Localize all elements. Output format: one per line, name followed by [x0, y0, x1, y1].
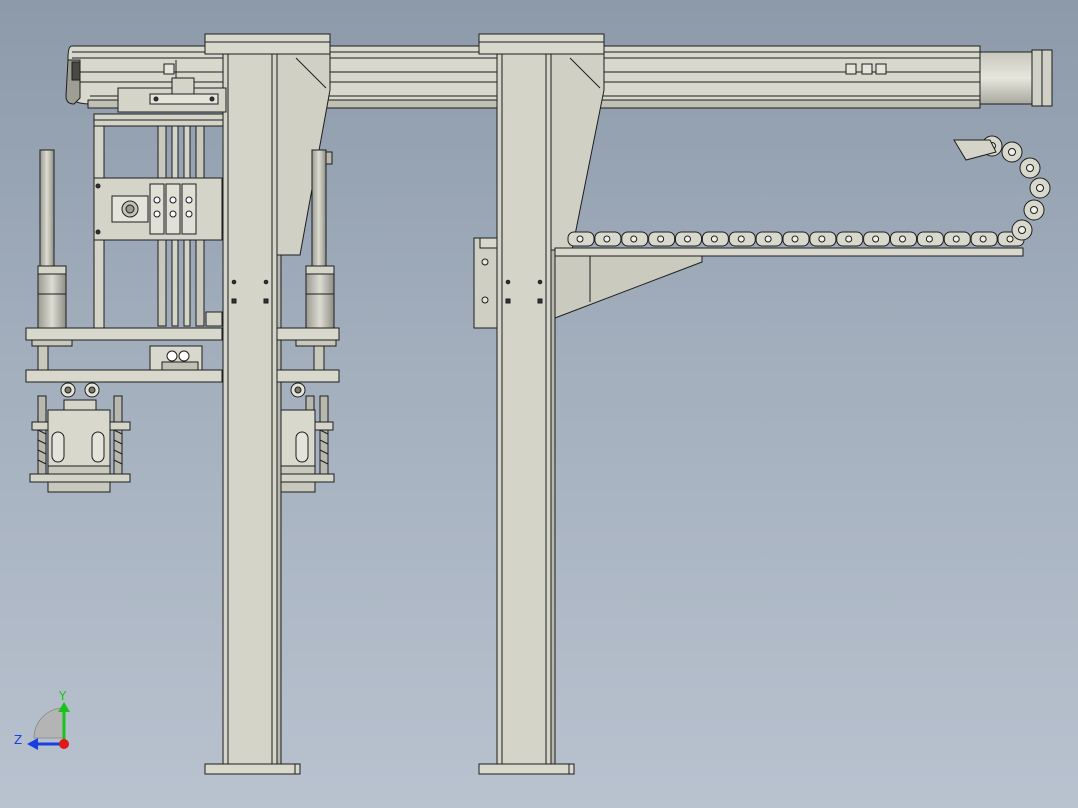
chain-pin — [1036, 184, 1044, 192]
chain-pin — [791, 235, 799, 243]
limit-sensor — [845, 63, 857, 75]
chain-pin — [1006, 235, 1014, 243]
chain-pin — [1030, 206, 1038, 214]
guide-cylinder-left — [37, 149, 67, 329]
chain-pin — [1008, 148, 1016, 156]
cable-tray-bracket — [479, 237, 1024, 319]
x-axis-dot — [59, 739, 69, 749]
triad-arc — [33, 707, 65, 739]
y-axis-label: Y — [58, 689, 67, 703]
z-axis-carriage — [93, 77, 227, 331]
chain-pin — [764, 235, 772, 243]
mounting-plates — [25, 327, 340, 383]
gantry-drawing: Y Z — [14, 33, 1053, 775]
z-axis-label: Z — [14, 733, 22, 747]
chain-pin — [818, 235, 826, 243]
chain-pin — [737, 235, 745, 243]
chain-end-bracket — [953, 139, 997, 161]
chain-pin — [845, 235, 853, 243]
chain-pin — [576, 235, 584, 243]
z-axis-arrow — [27, 738, 38, 750]
chain-pin — [952, 235, 960, 243]
chain-pin — [925, 235, 933, 243]
gripper-right — [280, 382, 335, 493]
chain-pin — [1026, 164, 1034, 172]
limit-sensor — [875, 63, 887, 75]
gripper-left — [29, 382, 131, 493]
limit-sensor — [861, 63, 873, 75]
right-column — [473, 33, 605, 775]
chain-pin — [710, 235, 718, 243]
servo-motor — [979, 51, 1033, 105]
chain-pin — [657, 235, 665, 243]
chain-pin — [684, 235, 691, 243]
chain-pin — [630, 235, 638, 243]
chain-pin — [979, 235, 987, 243]
y-axis-arrow — [58, 702, 70, 712]
limit-sensor — [163, 63, 175, 75]
cad-viewport[interactable]: Y Z — [0, 0, 1078, 808]
coordinate-triad: Y Z — [14, 689, 70, 750]
chain-pin — [603, 235, 611, 243]
chain-pin — [899, 235, 906, 243]
chain-pin — [872, 235, 880, 243]
drag-chain — [567, 135, 1051, 247]
chain-pin — [1018, 226, 1026, 234]
